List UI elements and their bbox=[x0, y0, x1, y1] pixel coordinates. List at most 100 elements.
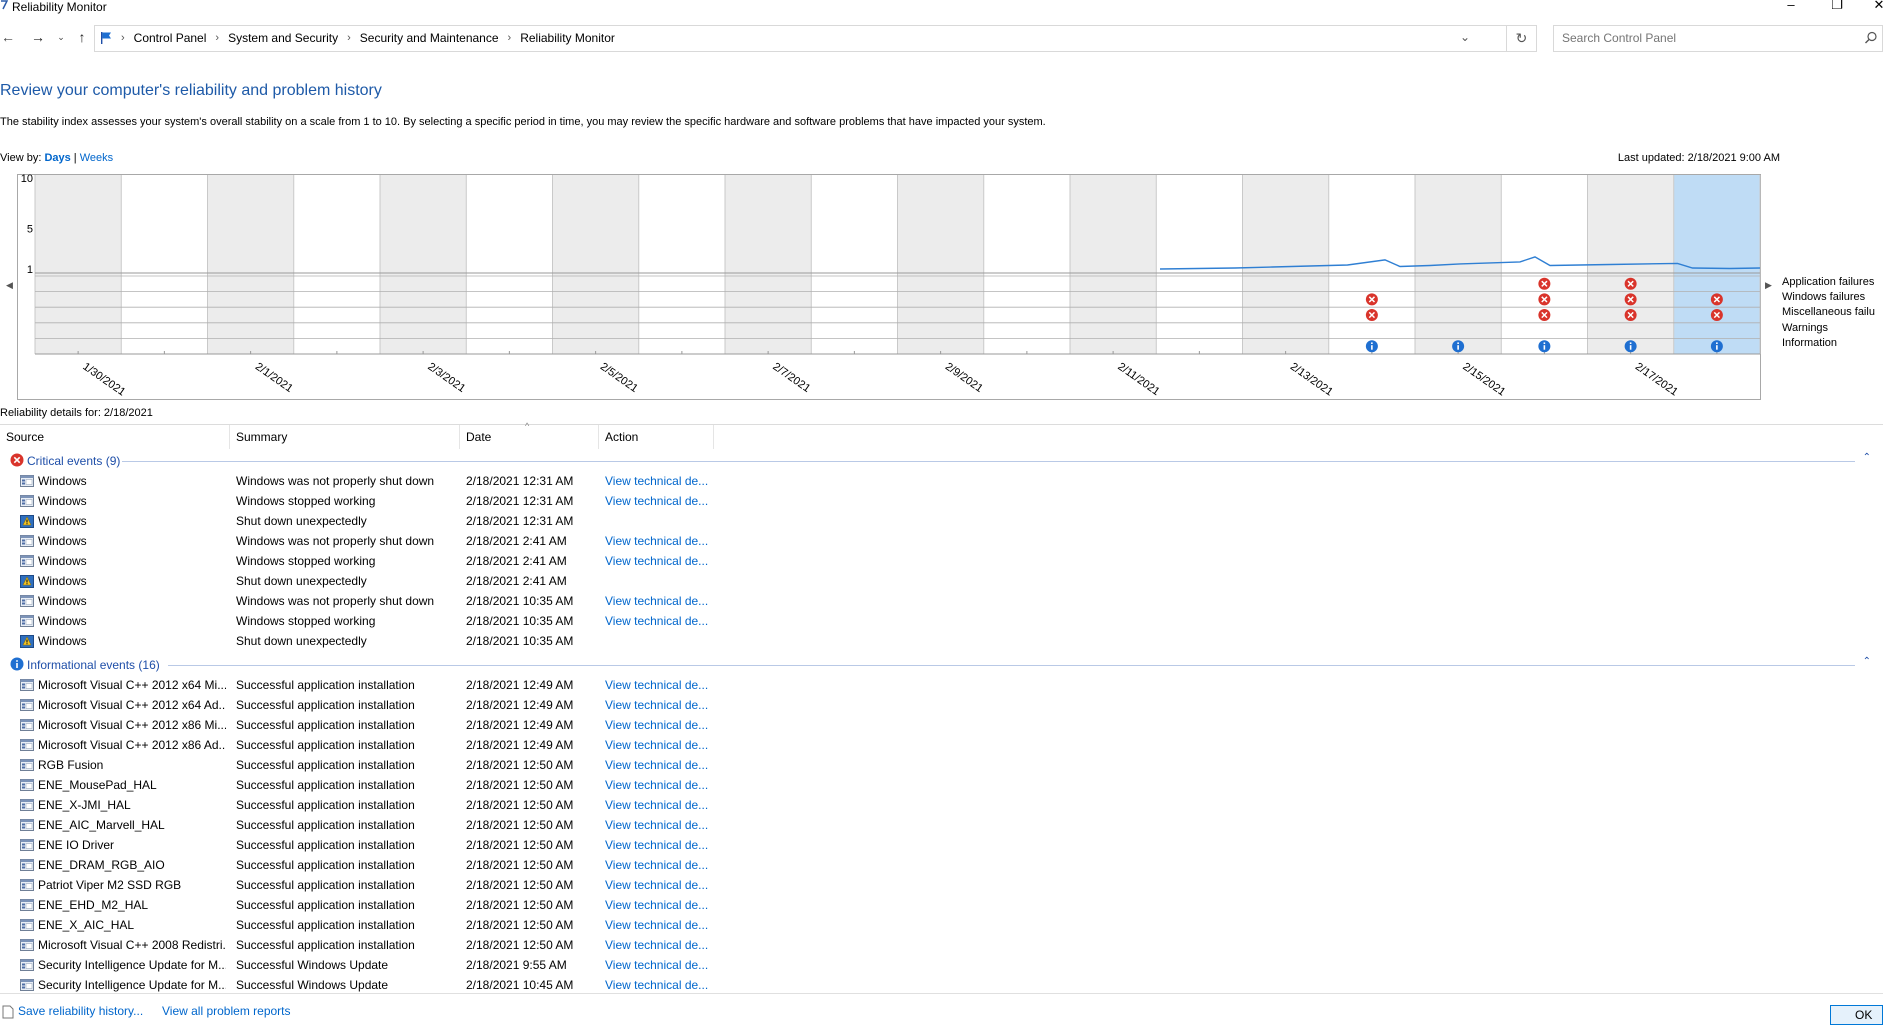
view-technical-details-link[interactable]: View technical de... bbox=[605, 494, 708, 508]
recent-locations-chevron-icon[interactable]: ⌄ bbox=[53, 29, 69, 45]
breadcrumb-reliability-monitor[interactable]: Reliability Monitor bbox=[520, 31, 615, 45]
information-icon[interactable] bbox=[1710, 340, 1723, 353]
minimize-button[interactable]: – bbox=[1781, 0, 1801, 12]
breadcrumb-control-panel[interactable]: Control Panel bbox=[134, 31, 207, 45]
view-all-problem-reports-link[interactable]: View all problem reports bbox=[162, 1004, 291, 1018]
view-technical-details-link[interactable]: View technical de... bbox=[605, 858, 708, 872]
event-row[interactable]: ENE_DRAM_RGB_AIO Successful application i… bbox=[0, 855, 1883, 875]
information-icon[interactable] bbox=[1624, 340, 1637, 353]
event-row[interactable]: Windows Shut down unexpectedly 2/18/2021 1… bbox=[0, 631, 1883, 651]
event-group-info[interactable]: Informational events (16) ⌃ bbox=[0, 655, 1883, 675]
error-icon[interactable] bbox=[1365, 293, 1378, 306]
up-arrow-icon[interactable]: ↑ bbox=[74, 29, 90, 45]
view-technical-details-link[interactable]: View technical de... bbox=[605, 554, 708, 568]
view-technical-details-link[interactable]: View technical de... bbox=[605, 678, 708, 692]
reliability-chart[interactable]: 10 5 1 1/30/2021 2/1/2021 2/3/2021 2/5/2021 2/7… bbox=[0, 172, 1883, 400]
search-box[interactable] bbox=[1553, 25, 1883, 52]
error-icon[interactable] bbox=[1624, 277, 1637, 290]
details-list[interactable]: Critical events (9) ⌃ Windows Windows was n… bbox=[0, 450, 1883, 992]
view-technical-details-link[interactable]: View technical de... bbox=[605, 614, 708, 628]
view-technical-details-link[interactable]: View technical de... bbox=[605, 978, 708, 992]
address-bar[interactable]: › Control Panel › System and Security › … bbox=[94, 25, 1537, 52]
event-row[interactable]: Patriot Viper M2 SSD RGB Successful appli… bbox=[0, 875, 1883, 895]
event-row[interactable]: Microsoft Visual C++ 2012 x86 Mi... Succe… bbox=[0, 715, 1883, 735]
column-summary[interactable]: Summary bbox=[236, 430, 287, 444]
event-group-label[interactable]: Informational events (16) bbox=[27, 658, 160, 672]
refresh-icon[interactable]: ↻ bbox=[1506, 26, 1536, 51]
address-dropdown-icon[interactable]: ⌄ bbox=[1460, 30, 1470, 44]
event-row[interactable]: Microsoft Visual C++ 2012 x64 Ad... Succe… bbox=[0, 695, 1883, 715]
error-icon[interactable] bbox=[1710, 293, 1723, 306]
information-icon[interactable] bbox=[1365, 340, 1378, 353]
event-row[interactable]: ENE_X_AIC_HAL Successful application inst… bbox=[0, 915, 1883, 935]
chart-day-column[interactable] bbox=[380, 175, 467, 354]
event-row[interactable]: Windows Shut down unexpectedly 2/18/2021 2… bbox=[0, 571, 1883, 591]
view-technical-details-link[interactable]: View technical de... bbox=[605, 758, 708, 772]
error-icon[interactable] bbox=[1624, 309, 1637, 321]
close-button[interactable]: ✕ bbox=[1869, 0, 1883, 12]
chart-day-column[interactable] bbox=[207, 175, 294, 354]
collapse-group-chevron-icon[interactable]: ⌃ bbox=[1863, 452, 1871, 463]
error-icon[interactable] bbox=[1538, 277, 1551, 290]
event-row[interactable]: Microsoft Visual C++ 2012 x64 Mi... Succe… bbox=[0, 675, 1883, 695]
view-technical-details-link[interactable]: View technical de... bbox=[605, 958, 708, 972]
chart-day-column[interactable] bbox=[35, 175, 122, 354]
chart-day-column[interactable] bbox=[121, 175, 208, 354]
view-technical-details-link[interactable]: View technical de... bbox=[605, 898, 708, 912]
view-technical-details-link[interactable]: View technical de... bbox=[605, 838, 708, 852]
view-technical-details-link[interactable]: View technical de... bbox=[605, 878, 708, 892]
reliability-chart-svg[interactable]: 10511/30/2021 2/1/2021 2/3/2021 2/5/2021 2/7… bbox=[0, 172, 1883, 400]
chart-day-column[interactable] bbox=[725, 175, 812, 354]
chart-day-column[interactable] bbox=[897, 175, 984, 354]
event-row[interactable]: Windows Windows was not properly shut dow… bbox=[0, 531, 1883, 551]
event-group-label[interactable]: Critical events (9) bbox=[27, 454, 120, 468]
chart-day-column[interactable] bbox=[1156, 175, 1243, 354]
forward-arrow-icon[interactable]: → bbox=[30, 29, 46, 45]
ok-button[interactable]: OK bbox=[1830, 1005, 1883, 1025]
chart-day-column[interactable] bbox=[466, 175, 553, 354]
event-row[interactable]: Microsoft Visual C++ 2012 x86 Ad... Succe… bbox=[0, 735, 1883, 755]
event-row[interactable]: Microsoft Visual C++ 2008 Redistri... Suc… bbox=[0, 935, 1883, 955]
scroll-left-arrow-icon[interactable]: ◀ bbox=[6, 281, 13, 291]
search-icon[interactable] bbox=[1864, 31, 1878, 45]
event-row[interactable]: ENE_AIC_Marvell_HAL Successful applicatio… bbox=[0, 815, 1883, 835]
event-row[interactable]: Windows Windows stopped working 2/18/2021 … bbox=[0, 491, 1883, 511]
error-icon[interactable] bbox=[1624, 293, 1637, 306]
event-row[interactable]: RGB Fusion Successful application install… bbox=[0, 755, 1883, 775]
chart-day-column[interactable] bbox=[1673, 175, 1760, 354]
event-row[interactable]: Windows Windows stopped working 2/18/2021 … bbox=[0, 551, 1883, 571]
scroll-right-arrow-icon[interactable]: ▶ bbox=[1765, 281, 1772, 291]
view-technical-details-link[interactable]: View technical de... bbox=[605, 938, 708, 952]
breadcrumb-security-and-maintenance[interactable]: Security and Maintenance bbox=[360, 31, 499, 45]
error-icon[interactable] bbox=[1365, 309, 1378, 321]
error-icon[interactable] bbox=[1538, 293, 1551, 306]
event-row[interactable]: ENE_EHD_M2_HAL Successful application ins… bbox=[0, 895, 1883, 915]
event-row[interactable]: Windows Windows was not properly shut dow… bbox=[0, 471, 1883, 491]
chart-day-column[interactable] bbox=[552, 175, 639, 354]
view-days-link[interactable]: Days bbox=[44, 152, 70, 164]
event-row[interactable]: Windows Windows stopped working 2/18/2021 … bbox=[0, 611, 1883, 631]
view-technical-details-link[interactable]: View technical de... bbox=[605, 738, 708, 752]
view-technical-details-link[interactable]: View technical de... bbox=[605, 918, 708, 932]
event-group-critical[interactable]: Critical events (9) ⌃ bbox=[0, 451, 1883, 471]
column-date[interactable]: Date bbox=[466, 430, 491, 444]
event-row[interactable]: Windows Shut down unexpectedly 2/18/2021 1… bbox=[0, 511, 1883, 531]
column-divider[interactable] bbox=[713, 425, 714, 449]
error-icon[interactable] bbox=[1538, 309, 1551, 321]
chart-day-column[interactable] bbox=[1242, 175, 1329, 354]
event-row[interactable]: ENE_MousePad_HAL Successful application i… bbox=[0, 775, 1883, 795]
information-icon[interactable] bbox=[1538, 340, 1551, 353]
restore-button[interactable]: ❐ bbox=[1827, 0, 1847, 12]
search-input[interactable] bbox=[1562, 31, 1852, 45]
view-technical-details-link[interactable]: View technical de... bbox=[605, 718, 708, 732]
event-row[interactable]: Security Intelligence Update for M... Suc… bbox=[0, 975, 1883, 992]
chart-day-column[interactable] bbox=[638, 175, 725, 354]
column-action[interactable]: Action bbox=[605, 430, 638, 444]
view-weeks-link[interactable]: Weeks bbox=[80, 152, 113, 164]
view-technical-details-link[interactable]: View technical de... bbox=[605, 798, 708, 812]
event-row[interactable]: Security Intelligence Update for M... Suc… bbox=[0, 955, 1883, 975]
information-icon[interactable] bbox=[1452, 340, 1465, 353]
column-divider[interactable] bbox=[459, 425, 460, 449]
column-divider[interactable] bbox=[229, 425, 230, 449]
view-technical-details-link[interactable]: View technical de... bbox=[605, 778, 708, 792]
